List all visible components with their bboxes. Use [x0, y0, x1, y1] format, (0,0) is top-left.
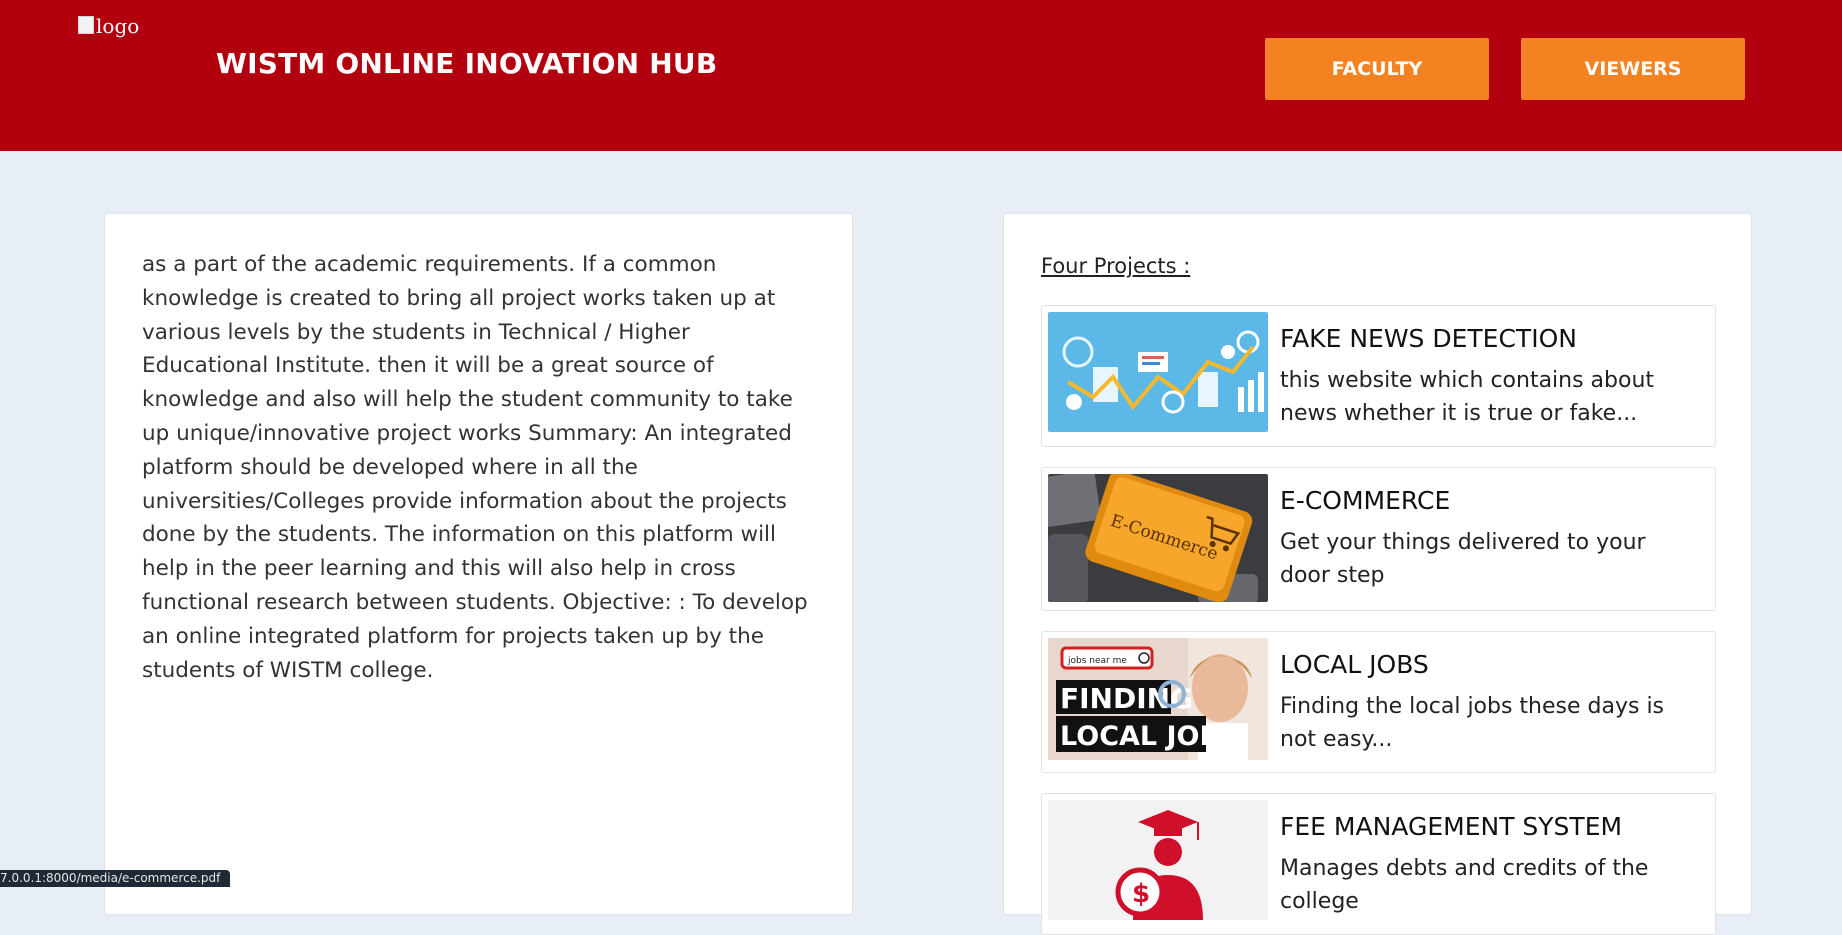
- site-title: WISTM ONLINE INOVATION HUB: [216, 47, 718, 80]
- project-description: Finding the local jobs these days is not…: [1280, 694, 1665, 752]
- faculty-button[interactable]: FACULTY: [1265, 38, 1489, 100]
- project-card-local-jobs[interactable]: jobs near me FINDING LOCAL JOBS LOCAL JO…: [1041, 631, 1716, 773]
- broken-image-icon: [78, 16, 94, 34]
- project-description: this website which contains about news w…: [1280, 368, 1655, 426]
- project-card-fee-management[interactable]: $ FEE MANAGEMENT SYSTEM Manages debts an…: [1041, 793, 1716, 935]
- image-text: jobs near me: [1067, 656, 1127, 666]
- viewers-button[interactable]: VIEWERS: [1521, 38, 1745, 100]
- analytics-infographic-image[interactable]: [1048, 312, 1268, 432]
- image-text: LOCAL JOBS: [1060, 721, 1240, 752]
- project-title[interactable]: E-COMMERCE: [1280, 486, 1450, 515]
- project-title[interactable]: LOCAL JOBS: [1280, 650, 1429, 679]
- projects-card: Four Projects : FAKE NEWS DETECTION this…: [1003, 213, 1752, 935]
- projects-heading: Four Projects :: [1041, 254, 1191, 278]
- logo-alt-text: logo: [96, 14, 140, 38]
- logo[interactable]: logo: [78, 14, 158, 44]
- intro-text: as a part of the academic requirements. …: [142, 252, 808, 683]
- site-header: logo WISTM ONLINE INOVATION HUB FACULTY …: [0, 0, 1842, 151]
- project-title[interactable]: FEE MANAGEMENT SYSTEM: [1280, 812, 1622, 841]
- graduate-fees-image[interactable]: $: [1048, 800, 1268, 920]
- project-description: Get your things delivered to your door s…: [1280, 530, 1646, 588]
- status-bar-url: 7.0.0.1:8000/media/e-commerce.pdf: [0, 870, 231, 887]
- ecommerce-keyboard-image[interactable]: E-Commerce: [1048, 474, 1268, 602]
- svg-text:$: $: [1132, 879, 1150, 909]
- project-card-ecommerce[interactable]: E-Commerce E-COMMERCE Get your things de…: [1041, 467, 1716, 611]
- image-text: FINDING: [1060, 682, 1193, 715]
- project-card-fake-news[interactable]: FAKE NEWS DETECTION this website which c…: [1041, 305, 1716, 447]
- project-description: Manages debts and credits of the college: [1280, 856, 1649, 914]
- intro-card: as a part of the academic requirements. …: [104, 213, 853, 915]
- project-title[interactable]: FAKE NEWS DETECTION: [1280, 324, 1577, 353]
- finding-local-jobs-image[interactable]: jobs near me FINDING LOCAL JOBS: [1048, 638, 1268, 760]
